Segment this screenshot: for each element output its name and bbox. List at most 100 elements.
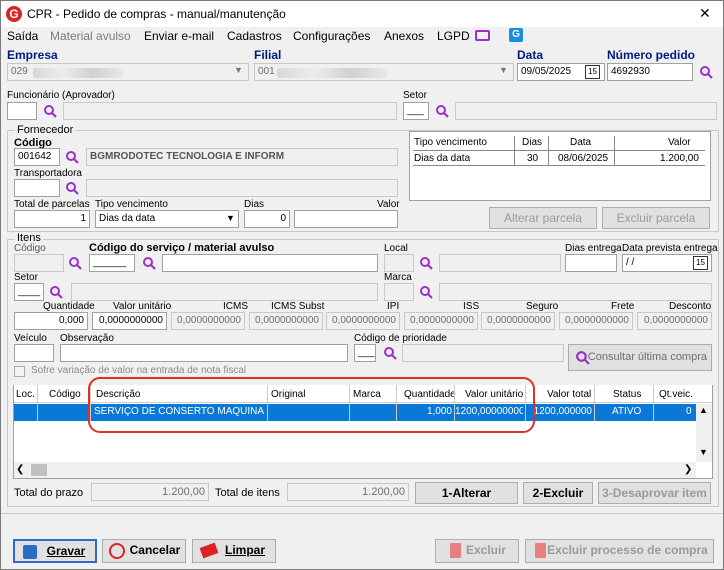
- valor-unitario-field[interactable]: 0,0000000000: [92, 312, 167, 330]
- servico-desc[interactable]: [162, 254, 378, 272]
- monitor-icon[interactable]: [475, 30, 490, 41]
- marca-field[interactable]: [384, 283, 414, 301]
- horizontal-scrollbar[interactable]: [14, 462, 696, 478]
- chevron-up-icon[interactable]: ▲: [699, 405, 708, 415]
- cancelar-button[interactable]: Cancelar: [102, 539, 186, 563]
- excluir-parcela-button[interactable]: Excluir parcela: [602, 207, 710, 229]
- parcela-valor[interactable]: 1.200,00: [660, 153, 699, 164]
- setor-field[interactable]: ___: [403, 102, 429, 120]
- desconto-field[interactable]: 0,0000000000: [637, 312, 712, 330]
- alterar-item-button[interactable]: 1-Alterar: [415, 482, 518, 504]
- cancel-icon: [109, 543, 125, 559]
- excluir-item-button[interactable]: 2-Excluir: [523, 482, 593, 504]
- menu-enviar-email[interactable]: Enviar e-mail: [144, 29, 214, 43]
- search-icon[interactable]: [68, 256, 82, 270]
- col-qt-veic[interactable]: Qt.veic.: [659, 389, 693, 400]
- desaprovar-item-button[interactable]: 3-Desaprovar item: [598, 482, 711, 504]
- seguro-field[interactable]: 0,0000000000: [481, 312, 555, 330]
- col-data[interactable]: Data: [570, 137, 591, 148]
- veiculo-field[interactable]: [14, 344, 54, 362]
- alterar-parcela-button[interactable]: Alterar parcela: [489, 207, 597, 229]
- quantidade-field[interactable]: 0,000: [14, 312, 88, 330]
- marca-name: [439, 283, 712, 301]
- menu-lgpd[interactable]: LGPD: [437, 29, 470, 43]
- excluir-button[interactable]: Excluir: [435, 539, 519, 563]
- col-loc[interactable]: Loc.: [16, 389, 35, 400]
- search-icon[interactable]: [699, 65, 713, 79]
- app-g-icon[interactable]: G: [509, 28, 523, 42]
- col-valor-total[interactable]: Valor total: [547, 389, 591, 400]
- col-valor[interactable]: Valor: [668, 137, 691, 148]
- menu-material-avulso[interactable]: Material avulso: [50, 29, 131, 43]
- menu-cadastros[interactable]: Cadastros: [227, 29, 282, 43]
- transportadora-field[interactable]: [14, 179, 60, 197]
- icms-subst-field[interactable]: 0,0000000000: [249, 312, 323, 330]
- chevron-down-icon[interactable]: ▼: [234, 65, 243, 75]
- transportadora-label: Transportadora: [14, 168, 82, 179]
- parcela-dias[interactable]: 30: [527, 153, 538, 164]
- variacao-checkbox[interactable]: [14, 366, 25, 377]
- desconto-label: Desconto: [669, 301, 712, 312]
- parcela-data[interactable]: 08/06/2025: [558, 153, 608, 164]
- servico-field[interactable]: ______: [89, 254, 135, 272]
- menu-configuracoes[interactable]: Configurações: [293, 29, 370, 43]
- ipi-field[interactable]: 0,0000000000: [326, 312, 400, 330]
- scroll-thumb[interactable]: [31, 464, 47, 476]
- tipo-vencimento-select[interactable]: Dias da data: [95, 210, 239, 228]
- frete-field[interactable]: 0,0000000000: [559, 312, 633, 330]
- fornecedor-codigo-field[interactable]: 001642: [14, 148, 60, 166]
- local-field[interactable]: [384, 254, 414, 272]
- icms-field[interactable]: 0,0000000000: [171, 312, 245, 330]
- search-icon[interactable]: [419, 256, 433, 270]
- chevron-right-icon[interactable]: ❯: [684, 464, 692, 475]
- close-icon[interactable]: ✕: [699, 5, 711, 22]
- search-icon[interactable]: [435, 104, 449, 118]
- trash-icon: [450, 543, 461, 558]
- limpar-label: Limpar: [224, 543, 265, 557]
- data-prevista-label: Data prevista entrega: [622, 243, 718, 254]
- col-codigo[interactable]: Código: [49, 389, 81, 400]
- dias-entrega-field[interactable]: [565, 254, 617, 272]
- ipi-label: IPI: [387, 301, 400, 312]
- quantidade-label: Quantidade: [43, 301, 95, 312]
- menu-anexos[interactable]: Anexos: [384, 29, 424, 43]
- col-status[interactable]: Status: [613, 389, 641, 400]
- prioridade-field[interactable]: ___: [354, 344, 376, 362]
- itens-setor-field[interactable]: ____: [14, 283, 44, 301]
- chevron-down-icon[interactable]: ▼: [499, 65, 508, 75]
- numero-pedido-field[interactable]: 4692930: [607, 63, 693, 81]
- prioridade-label: Código de prioridade: [354, 333, 447, 344]
- search-icon[interactable]: [65, 181, 79, 195]
- search-icon[interactable]: [43, 104, 57, 118]
- consultar-ultima-compra-button[interactable]: Consultar última compra: [568, 344, 712, 371]
- excluir-processo-button[interactable]: Excluir processo de compra: [525, 539, 714, 563]
- valor-field[interactable]: [294, 210, 398, 228]
- gravar-button[interactable]: Gravar: [13, 539, 97, 563]
- marca-label: Marca: [384, 272, 412, 283]
- iss-field[interactable]: 0,0000000000: [404, 312, 478, 330]
- numero-pedido-label: Número pedido: [607, 48, 696, 62]
- search-icon[interactable]: [65, 150, 79, 164]
- dias-label: Dias: [244, 199, 265, 210]
- observacao-field[interactable]: [60, 344, 348, 362]
- calendar-icon[interactable]: 15: [693, 256, 708, 270]
- limpar-button[interactable]: Limpar: [192, 539, 276, 563]
- dias-field[interactable]: 0: [244, 210, 290, 228]
- parcela-tipo[interactable]: Dias da data: [414, 153, 470, 164]
- calendar-icon[interactable]: 15: [585, 65, 600, 79]
- search-icon[interactable]: [49, 285, 63, 299]
- chevron-left-icon[interactable]: ❮: [16, 464, 24, 475]
- chevron-down-icon[interactable]: ▼: [699, 447, 708, 457]
- search-icon[interactable]: [142, 256, 156, 270]
- col-dias[interactable]: Dias: [522, 137, 542, 148]
- total-parcelas-field[interactable]: 1: [14, 210, 90, 228]
- chevron-down-icon[interactable]: ▼: [226, 213, 235, 223]
- total-parcelas-label: Total de parcelas: [14, 199, 90, 210]
- col-tipo-vencimento[interactable]: Tipo vencimento: [414, 137, 487, 148]
- seguro-label: Seguro: [526, 301, 559, 312]
- menu-saida[interactable]: Saída: [7, 29, 38, 43]
- search-icon[interactable]: [419, 285, 433, 299]
- funcionario-field[interactable]: [7, 102, 37, 120]
- itens-codigo-field[interactable]: [14, 254, 64, 272]
- search-icon[interactable]: [383, 346, 397, 360]
